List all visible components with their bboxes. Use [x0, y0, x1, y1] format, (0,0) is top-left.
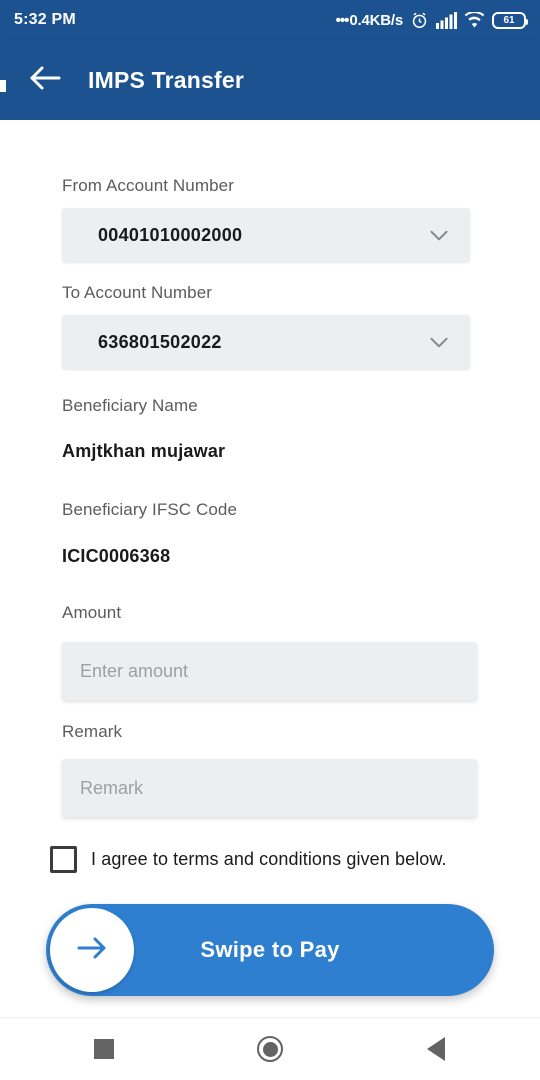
- from-account-label: From Account Number: [62, 176, 234, 195]
- beneficiary-ifsc-value: ICIC0006368: [62, 546, 171, 566]
- wifi-icon: [464, 12, 485, 28]
- from-account-value: 00401010002000: [98, 224, 243, 245]
- terms-label: I agree to terms and conditions given be…: [91, 849, 447, 869]
- chevron-down-icon: [426, 222, 452, 248]
- to-account-value: 636801502022: [98, 331, 222, 352]
- back-nav-button[interactable]: [408, 1021, 464, 1077]
- battery-level-label: 61: [503, 14, 515, 26]
- alarm-clock-icon: [410, 11, 429, 30]
- battery-indicator: 61: [492, 11, 528, 29]
- network-speed-indicator: •••0.4KB/s: [335, 11, 404, 29]
- amount-placeholder: Enter amount: [80, 660, 189, 681]
- swipe-thumb-handle[interactable]: [50, 908, 134, 992]
- to-account-label: To Account Number: [62, 283, 213, 302]
- remark-label: Remark: [62, 722, 123, 741]
- app-bar-edge-strip: [0, 80, 6, 92]
- status-bar-icons: •••0.4KB/s 61: [335, 11, 528, 30]
- network-speed-value: 0.4KB/s: [349, 11, 403, 29]
- network-dots-icon: •••: [335, 11, 350, 29]
- beneficiary-name-label: Beneficiary Name: [62, 396, 198, 415]
- remark-placeholder: Remark: [80, 777, 144, 798]
- beneficiary-name-value: Amjtkhan mujawar: [62, 441, 226, 461]
- square-recents-icon: [94, 1039, 114, 1059]
- remark-field[interactable]: Remark: [62, 759, 477, 817]
- swipe-to-pay-label: Swipe to Pay: [200, 937, 340, 962]
- chevron-down-icon: [426, 329, 452, 355]
- android-navigation-bar: [0, 1017, 540, 1080]
- amount-label: Amount: [62, 603, 122, 622]
- back-arrow-icon: [28, 64, 62, 97]
- arrow-right-icon: [73, 933, 111, 968]
- terms-row: I agree to terms and conditions given be…: [50, 846, 540, 873]
- from-account-dropdown[interactable]: 00401010002000: [62, 208, 470, 262]
- status-bar-time: 5:32 PM: [14, 11, 76, 28]
- status-bar: 5:32 PM •••0.4KB/s 61: [0, 0, 540, 40]
- cellular-signal-icon: [436, 11, 457, 29]
- swipe-to-pay-button[interactable]: Swipe to Pay: [46, 904, 494, 996]
- back-button[interactable]: [14, 49, 76, 111]
- recents-button[interactable]: [76, 1021, 132, 1077]
- page-title: IMPS Transfer: [88, 66, 244, 93]
- triangle-back-icon: [427, 1037, 445, 1061]
- imps-transfer-form: From Account Number 00401010002000 To Ac…: [0, 120, 540, 1017]
- home-button[interactable]: [242, 1021, 298, 1077]
- phone-screen: 5:32 PM •••0.4KB/s 61 IMPS Transfer From…: [0, 0, 540, 1080]
- app-bar: IMPS Transfer: [0, 40, 540, 120]
- to-account-dropdown[interactable]: 636801502022: [62, 315, 470, 369]
- amount-field[interactable]: Enter amount: [62, 642, 477, 700]
- terms-checkbox[interactable]: [50, 846, 77, 873]
- beneficiary-ifsc-label: Beneficiary IFSC Code: [62, 500, 238, 519]
- circle-home-icon: [257, 1036, 283, 1062]
